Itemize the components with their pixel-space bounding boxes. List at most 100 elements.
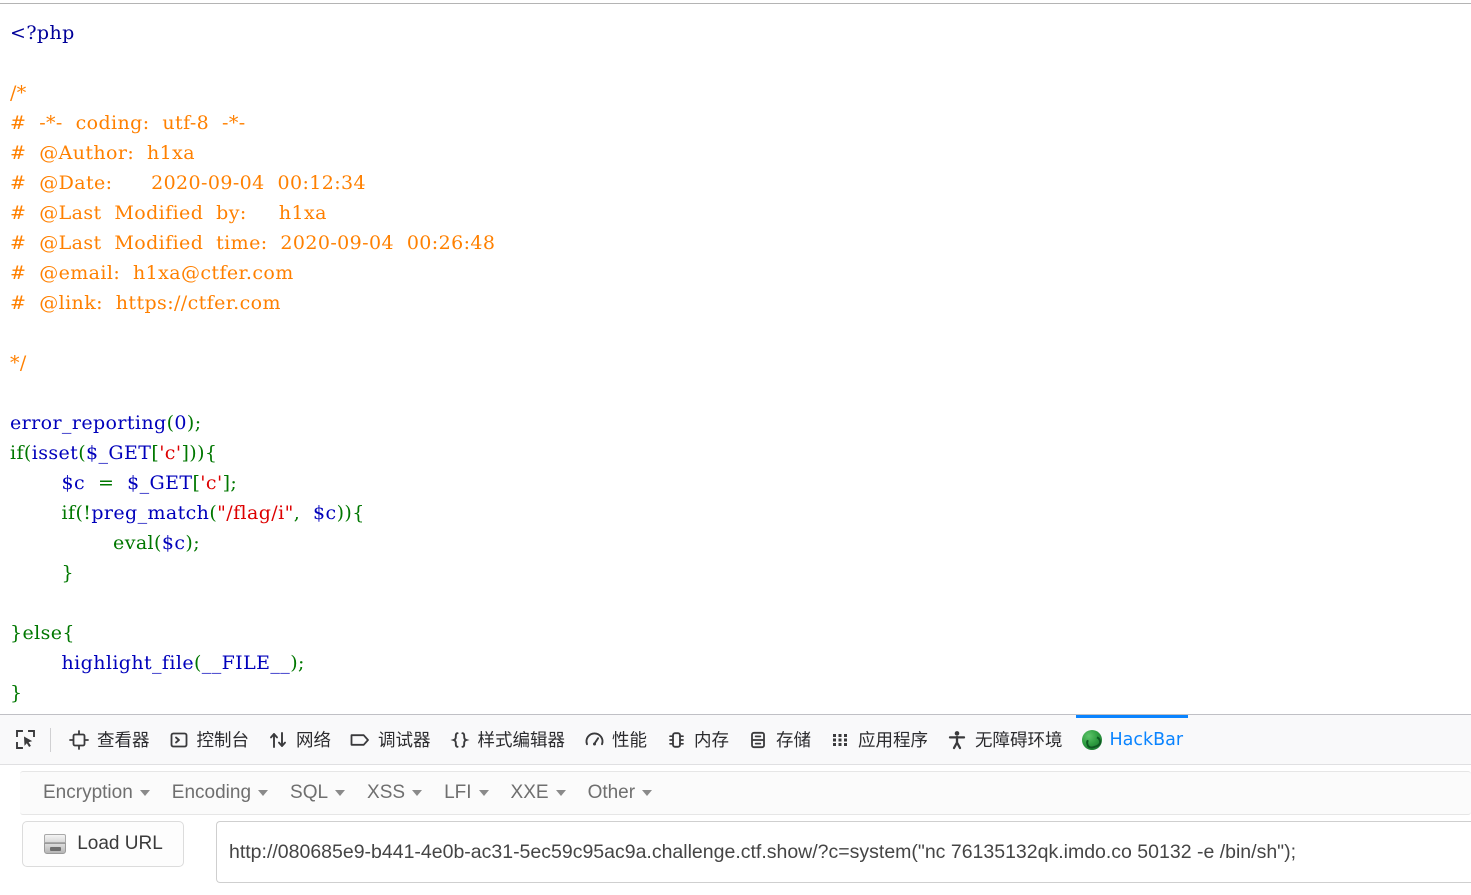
hackbar-menu-xss[interactable]: XSS	[356, 780, 433, 806]
code-token: 'c'	[200, 472, 223, 494]
code-token: # @link: https://ctfer.com	[10, 292, 281, 314]
code-token: $c	[61, 472, 86, 494]
code-token: ,	[293, 502, 314, 524]
devtools-tab-bar: 查看器 控制台 网络 调试器 样式编辑器 性能 内存 存储 应用程序 无障碍环境…	[0, 715, 1471, 765]
hackbar-menu-sql[interactable]: SQL	[279, 780, 356, 806]
code-token: =	[85, 472, 128, 494]
memory-icon	[665, 729, 687, 751]
tab-network[interactable]: 网络	[258, 715, 340, 764]
code-token: (	[78, 442, 87, 464]
chevron-down-icon	[258, 790, 269, 796]
load-url-button[interactable]: Load URL	[22, 821, 184, 867]
code-token: }	[10, 682, 23, 704]
hackbar-logo-icon	[1081, 729, 1103, 751]
chevron-down-icon	[139, 790, 150, 796]
code-token: error_reporting	[10, 412, 167, 434]
code-token: # @email: h1xa@ctfer.com	[10, 262, 294, 284]
style-editor-icon	[449, 729, 471, 751]
code-token: if	[61, 502, 76, 524]
hackbar-panel: Encryption Encoding SQL XSS LFI XXE Othe…	[0, 765, 1471, 895]
code-token: $_GET	[127, 472, 193, 494]
hackbar-menu-xxe[interactable]: XXE	[500, 780, 577, 806]
tab-inspector[interactable]: 查看器	[59, 715, 159, 764]
code-token: ])){	[181, 442, 218, 464]
code-token: # @Author: h1xa	[10, 142, 195, 164]
code-token: __FILE__	[201, 652, 291, 674]
browser-page: <?php /* # -*- coding: utf-8 -*- # @Auth…	[0, 0, 1471, 895]
code-token: highlight_file	[61, 652, 194, 674]
tab-style-editor-label: 样式编辑器	[477, 731, 566, 751]
chevron-down-icon	[555, 790, 566, 796]
tab-performance-label: 性能	[612, 731, 647, 751]
code-token: {	[62, 622, 75, 644]
code-token: (	[23, 442, 32, 464]
chevron-down-icon	[478, 790, 489, 796]
hackbar-menu-lfi[interactable]: LFI	[433, 780, 499, 806]
hackbar-menu-xxe-label: XXE	[510, 782, 549, 803]
code-token: if	[10, 442, 24, 464]
code-token: (!	[75, 502, 92, 524]
hackbar-menu-encoding-label: Encoding	[171, 782, 252, 803]
url-input[interactable]	[216, 821, 1471, 883]
element-picker-icon	[14, 729, 36, 751]
code-token: );	[185, 532, 201, 554]
tab-storage[interactable]: 存储	[738, 715, 820, 764]
tab-debugger-label: 调试器	[378, 731, 431, 751]
code-token: isset	[31, 442, 79, 464]
code-token: /*	[10, 82, 27, 104]
hackbar-menu-encryption[interactable]: Encryption	[32, 780, 161, 806]
code-token: $c	[313, 502, 337, 524]
tab-storage-label: 存储	[776, 731, 811, 751]
code-token: 'c'	[159, 442, 182, 464]
hackbar-menu-encryption-label: Encryption	[43, 782, 133, 803]
code-token: $c	[161, 532, 186, 554]
code-token: "/flag/i"	[217, 502, 294, 524]
tab-hackbar[interactable]: HackBar	[1072, 715, 1193, 764]
code-token: );	[290, 652, 305, 674]
tab-memory[interactable]: 内存	[656, 715, 738, 764]
code-token: }	[10, 562, 75, 584]
tab-memory-label: 内存	[694, 731, 729, 751]
code-token: # @Date: 2020-09-04 00:12:34	[10, 172, 367, 194]
code-token: else	[22, 622, 63, 644]
php-source-view: <?php /* # -*- coding: utf-8 -*- # @Auth…	[0, 4, 1471, 714]
code-token: [	[151, 442, 160, 464]
tab-accessibility-label: 无障碍环境	[975, 731, 1063, 751]
toolbar-divider	[50, 727, 51, 752]
tab-performance[interactable]: 性能	[574, 715, 656, 764]
console-icon	[168, 729, 190, 751]
debugger-icon	[349, 729, 371, 751]
load-url-button-label: Load URL	[77, 833, 163, 854]
hackbar-menu-xss-label: XSS	[367, 782, 406, 803]
tab-application[interactable]: 应用程序	[820, 715, 937, 764]
code-token: )){	[336, 502, 365, 524]
hackbar-menu-other[interactable]: Other	[577, 780, 664, 806]
hackbar-menu-encoding[interactable]: Encoding	[161, 780, 279, 806]
element-picker-button[interactable]	[8, 723, 42, 757]
code-token: $_GET	[86, 442, 152, 464]
tab-inspector-label: 查看器	[97, 731, 150, 751]
tab-accessibility[interactable]: 无障碍环境	[937, 715, 1072, 764]
hackbar-url-row: Load URL	[0, 821, 1471, 891]
hackbar-menu-bar: Encryption Encoding SQL XSS LFI XXE Othe…	[20, 771, 1471, 815]
code-token: ];	[222, 472, 238, 494]
inspector-icon	[68, 729, 90, 751]
code-token: );	[186, 412, 202, 434]
application-icon	[829, 729, 851, 751]
tab-style-editor[interactable]: 样式编辑器	[440, 715, 575, 764]
drive-icon	[43, 834, 67, 854]
code-token: eval	[113, 532, 155, 554]
code-token: (	[154, 532, 162, 554]
code-token: # @Last Modified time: 2020-09-04 00:26:…	[10, 232, 496, 254]
tab-network-label: 网络	[296, 731, 331, 751]
code-token: (	[209, 502, 218, 524]
tab-console[interactable]: 控制台	[159, 715, 259, 764]
code-token: preg_match	[91, 502, 210, 524]
php-code-block: <?php /* # -*- coding: utf-8 -*- # @Auth…	[10, 18, 1471, 708]
storage-icon	[747, 729, 769, 751]
chevron-down-icon	[412, 790, 423, 796]
tab-hackbar-label: HackBar	[1109, 729, 1184, 750]
tab-debugger[interactable]: 调试器	[340, 715, 440, 764]
performance-icon	[583, 729, 605, 751]
code-token: <?php	[10, 22, 75, 44]
